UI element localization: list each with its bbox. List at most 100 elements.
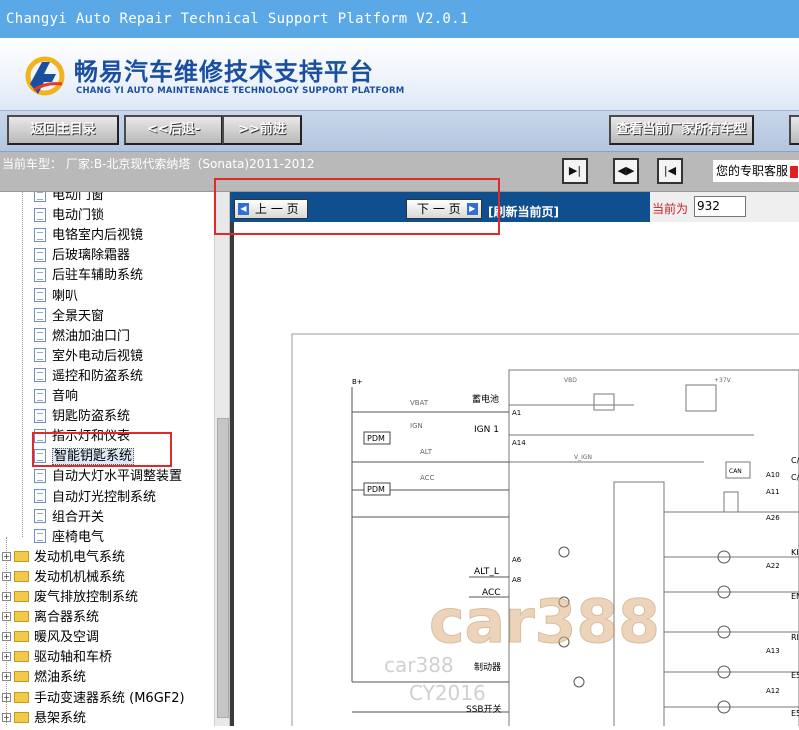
current-car-text: 当前车型： 厂家:B-北京现代索纳塔（Sonata)2011-2012 xyxy=(2,157,315,171)
double-page-icon[interactable]: ◀▶ xyxy=(613,158,639,184)
content-pane: ◀ 上 一 页 下 一 页 ▶ [刷新当前页] 当前为 932 PDM PDM … xyxy=(214,178,799,730)
sidebar-item[interactable]: 组合开关 xyxy=(34,508,104,528)
document-icon xyxy=(34,247,46,262)
sidebar-item-label: 废气排放控制系统 xyxy=(34,590,139,605)
pdm-label-1: PDM xyxy=(367,434,385,443)
diagram-viewer: PDM PDM B+ VBAT 蓄电池 IGN 1 IGN ALT ACC AL… xyxy=(230,222,799,730)
sidebar-item[interactable]: 座椅电气 xyxy=(34,528,104,548)
right-label-1: C/ xyxy=(791,456,799,465)
brand-banner: 畅易汽车维修技术支持平台 CHANG YI AUTO MAINTENANCE T… xyxy=(0,38,799,110)
current-page-label: 当前为 xyxy=(652,202,689,216)
pin-a8: A8 xyxy=(512,576,521,584)
folder-icon xyxy=(14,711,29,723)
sidebar-item-label: 离合器系统 xyxy=(34,610,100,626)
sidebar-item[interactable]: 钥匙防盗系统 xyxy=(34,407,130,427)
sidebar-item[interactable]: 自动大灯水平调整装置 xyxy=(34,467,182,487)
watermark-code: CY2016 xyxy=(409,681,486,705)
last-page-icon[interactable]: |◀ xyxy=(657,158,683,184)
expand-icon[interactable]: + xyxy=(2,612,11,622)
expand-icon[interactable]: + xyxy=(2,551,11,561)
expand-icon[interactable]: + xyxy=(2,672,11,682)
document-icon xyxy=(34,192,46,202)
pin-a11: A11 xyxy=(766,488,780,496)
toolbar-overflow-button[interactable] xyxy=(789,115,799,145)
all-models-button[interactable]: 查看当前厂家所有车型 xyxy=(609,115,754,145)
alt-l-label: ALT_L xyxy=(474,567,499,577)
sidebar-item[interactable]: + 燃油系统 xyxy=(2,668,86,688)
sidebar-item[interactable]: 喇叭 xyxy=(34,287,78,307)
sidebar-item-label: 全景天窗 xyxy=(52,308,105,324)
folder-icon xyxy=(14,611,29,623)
bplus-label: B+ xyxy=(352,378,363,386)
sidebar-item[interactable]: 后驻车辅助系统 xyxy=(34,266,143,286)
back-button[interactable]: <<后退- xyxy=(124,115,223,145)
sidebar-item-label: 室外电动后视镜 xyxy=(52,348,144,364)
sidebar-item-label: 自动灯光控制系统 xyxy=(52,489,157,505)
sidebar-scrollbar[interactable] xyxy=(214,192,229,726)
right-label-7: E5 xyxy=(791,709,799,718)
sidebar-item[interactable]: 音响 xyxy=(34,387,78,407)
forward-button[interactable]: >>前进 xyxy=(222,115,302,145)
expand-icon[interactable]: + xyxy=(2,692,11,702)
home-button[interactable]: 返回主目录 xyxy=(7,115,119,145)
sidebar-scroll-thumb[interactable] xyxy=(217,418,229,718)
sidebar-item[interactable]: + 暖风及空调 xyxy=(2,628,99,648)
document-icon xyxy=(34,529,46,544)
sidebar-item-label: 发动机电气系统 xyxy=(34,549,126,565)
sidebar-item-label: 电动门窗 xyxy=(52,192,105,203)
expand-icon[interactable]: + xyxy=(2,712,11,722)
document-icon xyxy=(34,509,46,524)
highlight-box-selected-item xyxy=(32,432,172,467)
sidebar-item[interactable]: 自动灯光控制系统 xyxy=(34,488,156,508)
sidebar-item[interactable]: + 悬架系统 xyxy=(2,709,86,726)
sidebar-item[interactable]: 电动门锁 xyxy=(34,206,104,226)
folder-icon xyxy=(14,631,29,643)
sidebar-item[interactable]: 遥控和防盗系统 xyxy=(34,367,143,387)
document-icon xyxy=(34,489,46,503)
sidebar-item-label: 喇叭 xyxy=(52,288,79,304)
document-icon xyxy=(34,408,46,423)
right-label-4: EN xyxy=(791,592,799,601)
sidebar-item[interactable]: + 废气排放控制系统 xyxy=(2,588,138,608)
document-icon xyxy=(34,468,46,483)
folder-icon xyxy=(14,550,29,562)
sidebar-item-label: 燃油系统 xyxy=(34,670,87,686)
pin-a6: A6 xyxy=(512,556,522,564)
document-icon xyxy=(34,388,46,403)
document-icon xyxy=(34,328,46,343)
sidebar-item-label: 发动机机械系统 xyxy=(34,569,126,585)
back-button-label: <<后退- xyxy=(146,122,201,137)
sidebar-item-label: 电动门锁 xyxy=(52,208,105,224)
battery-label: 蓄电池 xyxy=(472,393,499,405)
expand-icon[interactable]: + xyxy=(2,571,11,581)
category-tree: 电动门窗电动门锁电铬室内后视镜 后玻璃除霜器 后驻车辅助系统喇叭全景天窗燃油加油口门… xyxy=(0,192,230,726)
sidebar-item[interactable]: 后玻璃除霜器 xyxy=(34,246,130,266)
sidebar-item[interactable]: 电铬室内后视镜 xyxy=(34,226,143,246)
sidebar-item-label: 自动大灯水平调整装置 xyxy=(52,469,183,485)
sidebar-item[interactable]: 电动门窗 xyxy=(34,192,104,206)
brand-logo-icon xyxy=(25,56,65,96)
sidebar-item[interactable]: + 手动变速器系统 (M6GF2) xyxy=(2,689,185,709)
sidebar-item[interactable]: + 发动机机械系统 xyxy=(2,568,125,588)
document-icon xyxy=(34,348,46,363)
sidebar-item[interactable]: + 离合器系统 xyxy=(2,608,99,628)
sidebar-item[interactable]: + 驱动轴和车桥 xyxy=(2,648,112,668)
folder-icon xyxy=(14,651,29,663)
expand-icon[interactable]: + xyxy=(2,652,11,662)
all-models-button-label: 查看当前厂家所有车型 xyxy=(616,122,747,137)
expand-icon[interactable]: + xyxy=(2,632,11,642)
sidebar-item[interactable]: 全景天窗 xyxy=(34,307,104,327)
sidebar-item-label: 驱动轴和车桥 xyxy=(34,650,113,666)
document-icon xyxy=(34,368,46,383)
pin-a13: A13 xyxy=(766,647,780,655)
sidebar-item[interactable]: 室外电动后视镜 xyxy=(34,347,143,367)
sidebar-item[interactable]: 燃油加油口门 xyxy=(34,327,130,347)
expand-icon[interactable]: + xyxy=(2,592,11,601)
sidebar-item[interactable]: + 发动机电气系统 xyxy=(2,548,125,568)
current-page-input[interactable]: 932 xyxy=(694,196,746,217)
first-page-icon[interactable]: ▶| xyxy=(562,158,588,184)
right-label-5: RI xyxy=(791,633,799,642)
pin-a10: A10 xyxy=(766,471,780,479)
sidebar-item-label: 暖风及空调 xyxy=(34,630,100,646)
pin-a1: A1 xyxy=(512,409,521,417)
